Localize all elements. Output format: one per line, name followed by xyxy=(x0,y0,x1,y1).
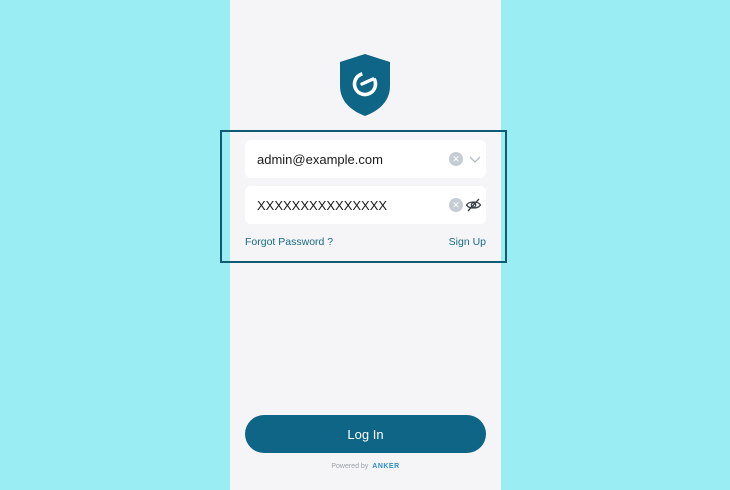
password-field[interactable]: ✕ xyxy=(245,186,486,224)
sign-up-link[interactable]: Sign Up xyxy=(449,236,486,248)
eye-slash-icon[interactable] xyxy=(465,197,482,213)
chevron-down-icon[interactable] xyxy=(469,153,481,165)
auth-links: Forgot Password ? Sign Up xyxy=(245,236,486,252)
powered-by-label: Powered by xyxy=(331,463,369,470)
forgot-password-link[interactable]: Forgot Password ? xyxy=(245,236,333,248)
anker-brand-logo: ANKER xyxy=(372,463,400,470)
login-screen: ✕ ✕ Forgot Password ? Sign Up Log In Pow… xyxy=(220,0,507,490)
login-button[interactable]: Log In xyxy=(245,415,486,453)
email-input[interactable] xyxy=(257,140,437,178)
shield-logo-icon xyxy=(340,54,390,116)
clear-email-icon[interactable]: ✕ xyxy=(449,152,463,166)
clear-password-icon[interactable]: ✕ xyxy=(449,198,463,212)
email-field[interactable]: ✕ xyxy=(245,140,486,178)
powered-by-footer: Powered by ANKER xyxy=(230,463,501,470)
password-input[interactable] xyxy=(257,186,437,224)
